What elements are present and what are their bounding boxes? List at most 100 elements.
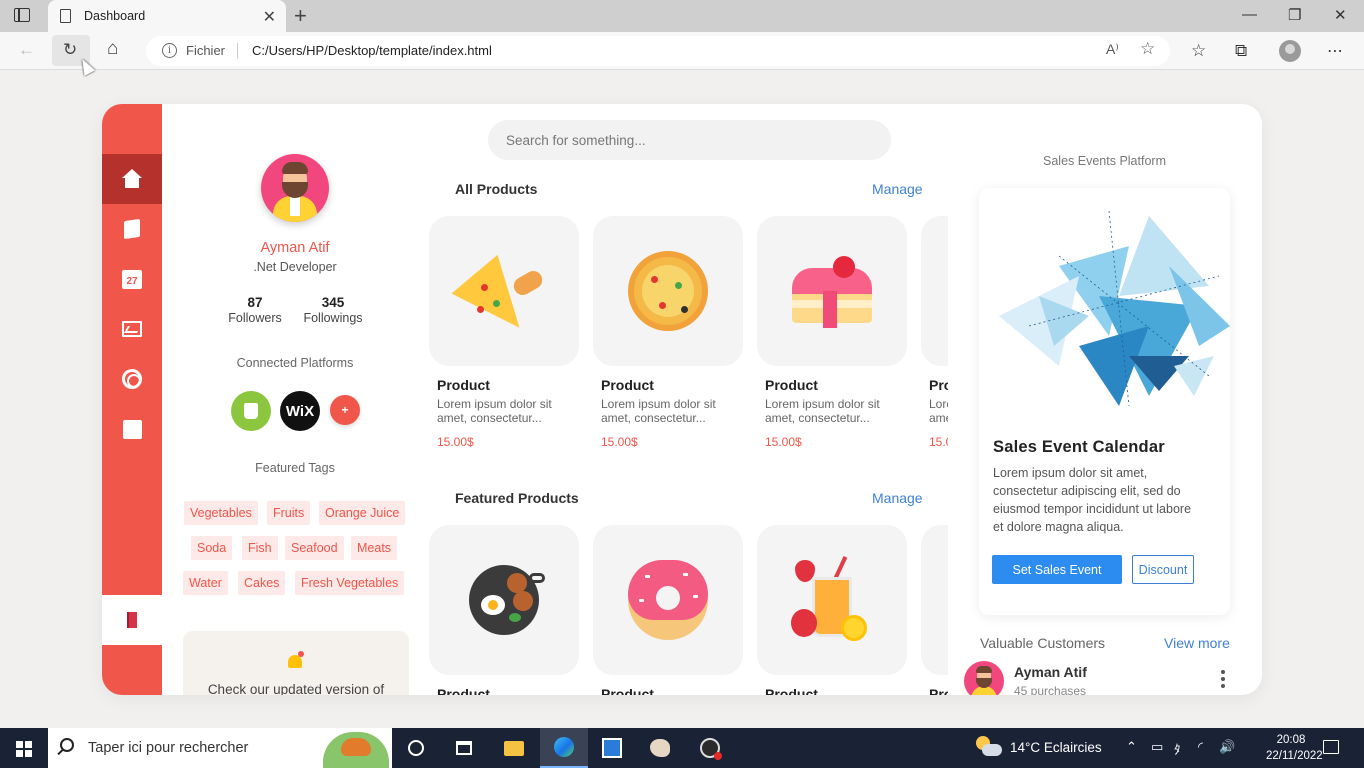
sidebar-item-support[interactable] — [102, 354, 162, 404]
notifications-icon[interactable] — [1323, 740, 1339, 754]
taskbar-search-placeholder: Taper ici pour rechercher — [88, 740, 249, 756]
set-sales-event-button[interactable]: Set Sales Event — [992, 555, 1122, 584]
tray-chevron-icon[interactable]: ⌃ — [1126, 739, 1137, 755]
weather-icon[interactable] — [976, 736, 1002, 758]
tray-device-icon[interactable]: ▭ — [1151, 739, 1163, 755]
tag[interactable]: Water — [183, 571, 228, 595]
collections-icon[interactable]: ⧉ — [1235, 41, 1247, 61]
windows-start-icon[interactable] — [16, 741, 32, 757]
browser-tab[interactable]: Dashboard ✕ — [48, 0, 286, 32]
sidebar-item-pages[interactable] — [102, 404, 162, 454]
connected-platforms-title: Connected Platforms — [236, 356, 354, 370]
close-window-button[interactable]: ✕ — [1334, 6, 1347, 24]
featured-product-card[interactable] — [593, 525, 743, 675]
square-icon — [122, 419, 142, 439]
featured-product-card[interactable] — [921, 525, 948, 675]
product-description: Lorem ipsum dolor sit amet, consectetur.… — [765, 397, 880, 425]
add-platform-button[interactable]: + — [330, 395, 360, 425]
product-price: 15.00$ — [601, 435, 638, 449]
manage-all-products-link[interactable]: Manage — [872, 181, 923, 197]
url-text[interactable]: C:/Users/HP/Desktop/template/index.html — [252, 43, 492, 58]
product-card[interactable] — [757, 216, 907, 366]
task-view-button[interactable] — [440, 728, 488, 768]
tag[interactable]: Seafood — [285, 536, 344, 560]
sidebar-item-products[interactable] — [102, 204, 162, 254]
tab-close-icon[interactable]: ✕ — [263, 7, 276, 27]
obs-button[interactable] — [686, 728, 734, 768]
home-icon — [122, 169, 142, 189]
read-aloud-icon[interactable]: A⁾ — [1106, 41, 1119, 58]
paint-button[interactable] — [636, 728, 684, 768]
discount-button[interactable]: Discount — [1132, 555, 1194, 584]
customer-name: Ayman Atif — [1014, 664, 1087, 680]
product-title: Product — [765, 686, 818, 695]
tag[interactable]: Vegetables — [184, 501, 258, 525]
tag[interactable]: Fish — [242, 536, 278, 560]
more-icon[interactable]: ⋯ — [1327, 41, 1343, 61]
sidebar-item-home[interactable] — [102, 154, 162, 204]
product-title: Product — [437, 377, 490, 393]
weather-text[interactable]: 14°C Eclaircies — [1010, 740, 1102, 755]
scheme-label: Fichier — [186, 43, 226, 58]
back-icon[interactable]: ← — [18, 40, 35, 60]
product-title: Product — [765, 377, 818, 393]
customer-avatar[interactable] — [964, 661, 1004, 695]
wifi-icon[interactable]: ◜ — [1198, 739, 1203, 755]
profile-avatar[interactable] — [1279, 40, 1301, 62]
tag[interactable]: Meats — [351, 536, 398, 560]
clock[interactable]: 20:08 22/11/2022 — [1266, 732, 1323, 764]
sidebar-item-analytics[interactable] — [102, 304, 162, 354]
search-icon — [60, 738, 74, 752]
view-more-link[interactable]: View more — [1164, 635, 1230, 651]
home-icon[interactable]: ⌂ — [107, 38, 118, 60]
lifebuoy-icon — [122, 369, 142, 389]
kebab-menu-icon[interactable] — [1218, 670, 1228, 692]
clock-time: 20:08 — [1276, 734, 1306, 746]
product-card[interactable] — [593, 216, 743, 366]
url-field[interactable]: i Fichier C:/Users/HP/Desktop/template/i… — [146, 36, 1170, 66]
product-card[interactable] — [921, 216, 948, 366]
info-icon[interactable]: i — [162, 43, 177, 58]
shopify-icon[interactable] — [231, 391, 271, 431]
upgrade-promo[interactable]: Check our updated version of — [183, 631, 409, 695]
visual-studio-icon — [602, 738, 622, 758]
tab-title: Dashboard — [84, 9, 146, 23]
task-view-icon — [456, 741, 472, 755]
tray-ime-icon[interactable]: ﾀ — [1174, 739, 1181, 758]
minimize-button[interactable]: — — [1242, 6, 1257, 23]
featured-product-card[interactable] — [429, 525, 579, 675]
add-favorite-icon[interactable]: ☆ — [1140, 39, 1155, 59]
search-input[interactable] — [488, 120, 891, 160]
bell-icon — [288, 651, 304, 668]
taskbar-search[interactable]: Taper ici pour rechercher — [48, 728, 392, 768]
product-title: Product — [601, 686, 654, 695]
favorites-icon[interactable]: ☆ — [1191, 41, 1206, 61]
sidebar-item-calendar[interactable]: 27 — [102, 254, 162, 304]
tag[interactable]: Fruits — [267, 501, 311, 525]
product-price: 15.00$ — [765, 435, 802, 449]
bag-icon — [124, 218, 140, 240]
wix-icon[interactable]: WiX — [280, 391, 320, 431]
cortana-button[interactable] — [392, 728, 440, 768]
customer-purchases: 45 purchases — [1014, 684, 1087, 695]
tag[interactable]: Cakes — [238, 571, 286, 595]
tag[interactable]: Soda — [191, 536, 233, 560]
followers-count: 87 — [247, 295, 263, 310]
file-explorer-button[interactable] — [490, 728, 538, 768]
new-tab-button[interactable]: + — [294, 3, 307, 29]
avatar[interactable] — [261, 154, 329, 222]
visual-studio-button[interactable] — [588, 728, 636, 768]
edge-button[interactable] — [540, 728, 588, 768]
reload-icon[interactable]: ↻ — [63, 40, 77, 60]
sidebar-item-logout[interactable] — [102, 595, 162, 645]
promo-text: Check our updated version of — [207, 682, 385, 695]
volume-icon[interactable]: 🔊 — [1219, 739, 1235, 755]
tab-actions-icon[interactable] — [14, 8, 30, 22]
restore-button[interactable]: ❐ — [1288, 6, 1301, 24]
tag[interactable]: Fresh Vegetables — [295, 571, 405, 595]
product-card[interactable] — [429, 216, 579, 366]
featured-product-card[interactable] — [757, 525, 907, 675]
tag[interactable]: Orange Juice — [319, 501, 406, 525]
valuable-customers-title: Valuable Customers — [980, 635, 1106, 651]
door-icon — [127, 612, 137, 628]
